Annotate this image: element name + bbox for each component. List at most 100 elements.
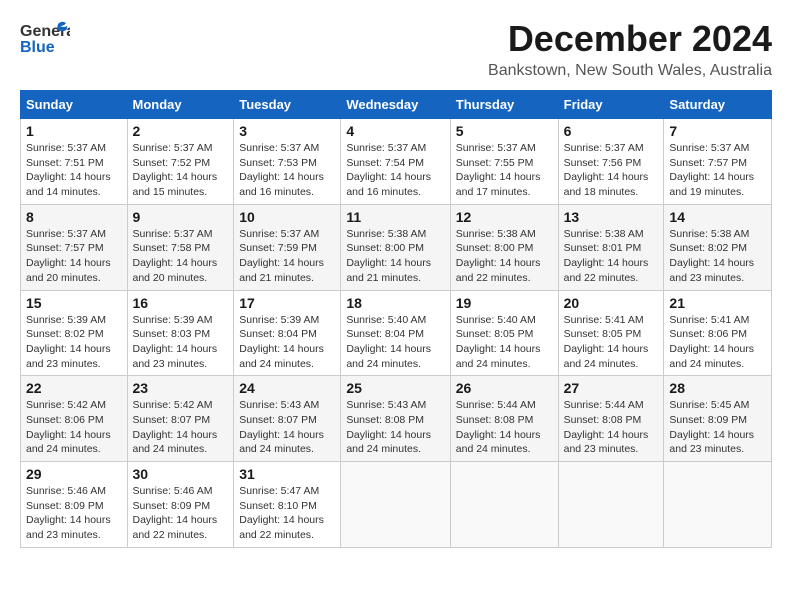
table-row: 1Sunrise: 5:37 AM Sunset: 7:51 PM Daylig… bbox=[21, 119, 128, 205]
table-row: 8 Sunrise: 5:37 AM Sunset: 7:57 PM Daylig… bbox=[21, 204, 128, 290]
table-row: 20 Sunrise: 5:41 AM Sunset: 8:05 PM Dayli… bbox=[558, 290, 664, 376]
day-number: 27 bbox=[564, 380, 659, 396]
day-info: Sunrise: 5:37 AM Sunset: 7:59 PM Dayligh… bbox=[239, 227, 335, 286]
table-row: 14 Sunrise: 5:38 AM Sunset: 8:02 PM Dayli… bbox=[664, 204, 772, 290]
day-number: 12 bbox=[456, 209, 553, 225]
day-number: 8 bbox=[26, 209, 122, 225]
day-number: 13 bbox=[564, 209, 659, 225]
day-number: 21 bbox=[669, 295, 766, 311]
day-number: 19 bbox=[456, 295, 553, 311]
table-row: 11 Sunrise: 5:38 AM Sunset: 8:00 PM Dayli… bbox=[341, 204, 450, 290]
table-row: 21 Sunrise: 5:41 AM Sunset: 8:06 PM Dayli… bbox=[664, 290, 772, 376]
header-friday: Friday bbox=[558, 91, 664, 119]
day-info: Sunrise: 5:42 AM Sunset: 8:07 PM Dayligh… bbox=[133, 398, 229, 457]
day-info: Sunrise: 5:44 AM Sunset: 8:08 PM Dayligh… bbox=[564, 398, 659, 457]
day-info: Sunrise: 5:39 AM Sunset: 8:02 PM Dayligh… bbox=[26, 313, 122, 372]
calendar-week-row: 15 Sunrise: 5:39 AM Sunset: 8:02 PM Dayli… bbox=[21, 290, 772, 376]
day-number: 20 bbox=[564, 295, 659, 311]
day-info: Sunrise: 5:37 AM Sunset: 7:57 PM Dayligh… bbox=[26, 227, 122, 286]
table-row bbox=[341, 462, 450, 548]
table-row: 4 Sunrise: 5:37 AM Sunset: 7:54 PM Daylig… bbox=[341, 119, 450, 205]
day-info: Sunrise: 5:38 AM Sunset: 8:01 PM Dayligh… bbox=[564, 227, 659, 286]
day-number: 29 bbox=[26, 466, 122, 482]
calendar-week-row: 1Sunrise: 5:37 AM Sunset: 7:51 PM Daylig… bbox=[21, 119, 772, 205]
day-number: 23 bbox=[133, 380, 229, 396]
day-number: 10 bbox=[239, 209, 335, 225]
logo-icon: General Blue bbox=[20, 18, 70, 58]
table-row: 23 Sunrise: 5:42 AM Sunset: 8:07 PM Dayli… bbox=[127, 376, 234, 462]
day-number: 3 bbox=[239, 123, 335, 139]
day-info: Sunrise: 5:37 AM Sunset: 7:57 PM Dayligh… bbox=[669, 141, 766, 200]
day-info: Sunrise: 5:39 AM Sunset: 8:04 PM Dayligh… bbox=[239, 313, 335, 372]
day-info: Sunrise: 5:37 AM Sunset: 7:51 PM Dayligh… bbox=[26, 141, 122, 200]
day-number: 4 bbox=[346, 123, 444, 139]
day-info: Sunrise: 5:37 AM Sunset: 7:53 PM Dayligh… bbox=[239, 141, 335, 200]
header-thursday: Thursday bbox=[450, 91, 558, 119]
header-sunday: Sunday bbox=[21, 91, 128, 119]
header-saturday: Saturday bbox=[664, 91, 772, 119]
day-info: Sunrise: 5:39 AM Sunset: 8:03 PM Dayligh… bbox=[133, 313, 229, 372]
table-row: 12 Sunrise: 5:38 AM Sunset: 8:00 PM Dayli… bbox=[450, 204, 558, 290]
table-row: 3 Sunrise: 5:37 AM Sunset: 7:53 PM Daylig… bbox=[234, 119, 341, 205]
day-info: Sunrise: 5:38 AM Sunset: 8:02 PM Dayligh… bbox=[669, 227, 766, 286]
svg-text:Blue: Blue bbox=[20, 39, 55, 56]
day-number: 9 bbox=[133, 209, 229, 225]
table-row: 15 Sunrise: 5:39 AM Sunset: 8:02 PM Dayli… bbox=[21, 290, 128, 376]
day-info: Sunrise: 5:37 AM Sunset: 7:55 PM Dayligh… bbox=[456, 141, 553, 200]
title-area: December 2024 Bankstown, New South Wales… bbox=[488, 18, 772, 80]
table-row: 16 Sunrise: 5:39 AM Sunset: 8:03 PM Dayli… bbox=[127, 290, 234, 376]
day-info: Sunrise: 5:41 AM Sunset: 8:06 PM Dayligh… bbox=[669, 313, 766, 372]
day-info: Sunrise: 5:46 AM Sunset: 8:09 PM Dayligh… bbox=[26, 484, 122, 543]
day-info: Sunrise: 5:43 AM Sunset: 8:08 PM Dayligh… bbox=[346, 398, 444, 457]
table-row: 9 Sunrise: 5:37 AM Sunset: 7:58 PM Daylig… bbox=[127, 204, 234, 290]
table-row: 22Sunrise: 5:42 AM Sunset: 8:06 PM Dayli… bbox=[21, 376, 128, 462]
table-row: 27 Sunrise: 5:44 AM Sunset: 8:08 PM Dayli… bbox=[558, 376, 664, 462]
table-row: 2Sunrise: 5:37 AM Sunset: 7:52 PM Daylig… bbox=[127, 119, 234, 205]
day-number: 24 bbox=[239, 380, 335, 396]
day-number: 26 bbox=[456, 380, 553, 396]
table-row bbox=[558, 462, 664, 548]
table-row: 29 Sunrise: 5:46 AM Sunset: 8:09 PM Dayli… bbox=[21, 462, 128, 548]
day-info: Sunrise: 5:37 AM Sunset: 7:58 PM Dayligh… bbox=[133, 227, 229, 286]
header-monday: Monday bbox=[127, 91, 234, 119]
day-info: Sunrise: 5:37 AM Sunset: 7:56 PM Dayligh… bbox=[564, 141, 659, 200]
header-tuesday: Tuesday bbox=[234, 91, 341, 119]
day-info: Sunrise: 5:41 AM Sunset: 8:05 PM Dayligh… bbox=[564, 313, 659, 372]
logo: General Blue bbox=[20, 18, 70, 58]
day-number: 6 bbox=[564, 123, 659, 139]
day-number: 28 bbox=[669, 380, 766, 396]
table-row: 6 Sunrise: 5:37 AM Sunset: 7:56 PM Daylig… bbox=[558, 119, 664, 205]
table-row: 26 Sunrise: 5:44 AM Sunset: 8:08 PM Dayli… bbox=[450, 376, 558, 462]
day-number: 7 bbox=[669, 123, 766, 139]
table-row: 28Sunrise: 5:45 AM Sunset: 8:09 PM Dayli… bbox=[664, 376, 772, 462]
calendar-week-row: 22Sunrise: 5:42 AM Sunset: 8:06 PM Dayli… bbox=[21, 376, 772, 462]
day-info: Sunrise: 5:47 AM Sunset: 8:10 PM Dayligh… bbox=[239, 484, 335, 543]
day-info: Sunrise: 5:40 AM Sunset: 8:05 PM Dayligh… bbox=[456, 313, 553, 372]
day-info: Sunrise: 5:43 AM Sunset: 8:07 PM Dayligh… bbox=[239, 398, 335, 457]
day-number: 14 bbox=[669, 209, 766, 225]
day-info: Sunrise: 5:38 AM Sunset: 8:00 PM Dayligh… bbox=[456, 227, 553, 286]
day-number: 5 bbox=[456, 123, 553, 139]
day-number: 25 bbox=[346, 380, 444, 396]
calendar-week-row: 8 Sunrise: 5:37 AM Sunset: 7:57 PM Daylig… bbox=[21, 204, 772, 290]
table-row bbox=[664, 462, 772, 548]
day-number: 15 bbox=[26, 295, 122, 311]
table-row: 5 Sunrise: 5:37 AM Sunset: 7:55 PM Daylig… bbox=[450, 119, 558, 205]
day-info: Sunrise: 5:44 AM Sunset: 8:08 PM Dayligh… bbox=[456, 398, 553, 457]
day-number: 11 bbox=[346, 209, 444, 225]
day-number: 16 bbox=[133, 295, 229, 311]
day-info: Sunrise: 5:38 AM Sunset: 8:00 PM Dayligh… bbox=[346, 227, 444, 286]
table-row: 18Sunrise: 5:40 AM Sunset: 8:04 PM Dayli… bbox=[341, 290, 450, 376]
day-info: Sunrise: 5:37 AM Sunset: 7:54 PM Dayligh… bbox=[346, 141, 444, 200]
day-number: 17 bbox=[239, 295, 335, 311]
calendar-table: Sunday Monday Tuesday Wednesday Thursday… bbox=[20, 90, 772, 548]
table-row: 7 Sunrise: 5:37 AM Sunset: 7:57 PM Daylig… bbox=[664, 119, 772, 205]
calendar-week-row: 29 Sunrise: 5:46 AM Sunset: 8:09 PM Dayli… bbox=[21, 462, 772, 548]
table-row: 13 Sunrise: 5:38 AM Sunset: 8:01 PM Dayli… bbox=[558, 204, 664, 290]
header: General Blue December 2024 Bankstown, Ne… bbox=[20, 18, 772, 80]
subtitle: Bankstown, New South Wales, Australia bbox=[488, 62, 772, 80]
day-info: Sunrise: 5:46 AM Sunset: 8:09 PM Dayligh… bbox=[133, 484, 229, 543]
table-row: 24 Sunrise: 5:43 AM Sunset: 8:07 PM Dayli… bbox=[234, 376, 341, 462]
day-info: Sunrise: 5:42 AM Sunset: 8:06 PM Dayligh… bbox=[26, 398, 122, 457]
day-number: 18 bbox=[346, 295, 444, 311]
